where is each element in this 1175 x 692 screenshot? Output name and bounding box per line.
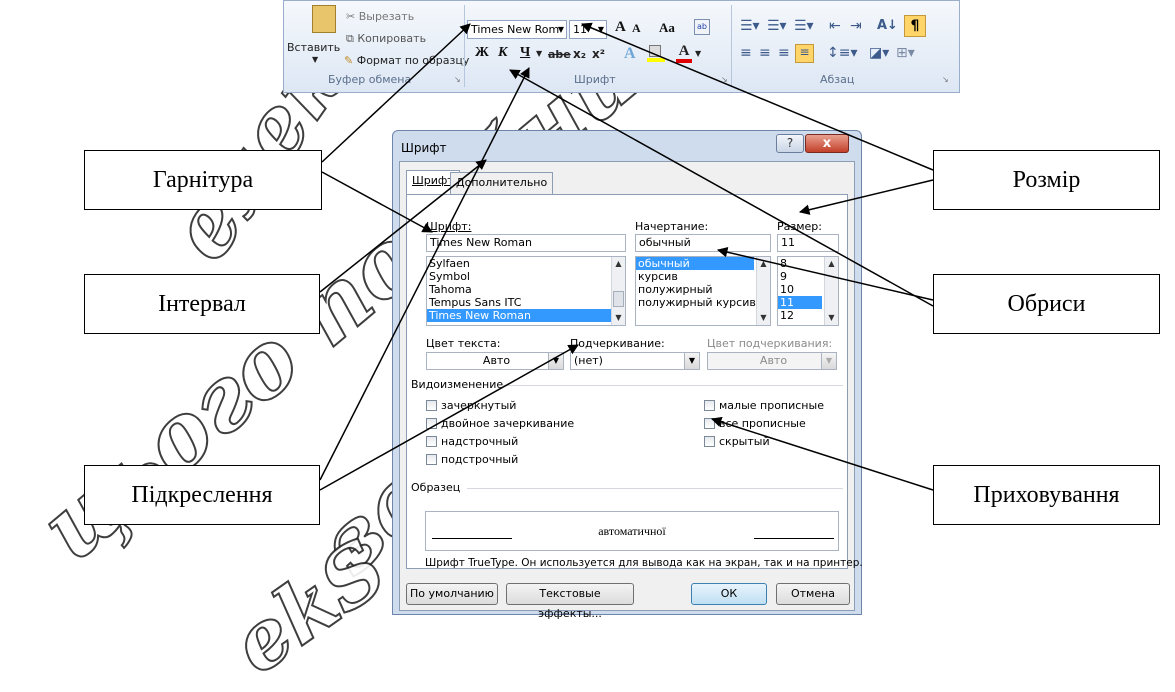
arrow-underline-dialog (319, 344, 579, 491)
arrow-outlines-ribbon (509, 69, 934, 307)
arrow-size-ribbon (581, 22, 934, 171)
annotation-arrows (319, 22, 934, 491)
arrow-typeface-dialog (321, 171, 433, 233)
arrow-typeface-ribbon (321, 23, 471, 163)
arrow-outlines-dialog (716, 247, 934, 301)
arrow-size-dialog (798, 179, 934, 215)
arrow-hidden (711, 416, 934, 491)
arrow-spacing (319, 159, 487, 293)
arrow-underline-ribbon (319, 67, 530, 481)
